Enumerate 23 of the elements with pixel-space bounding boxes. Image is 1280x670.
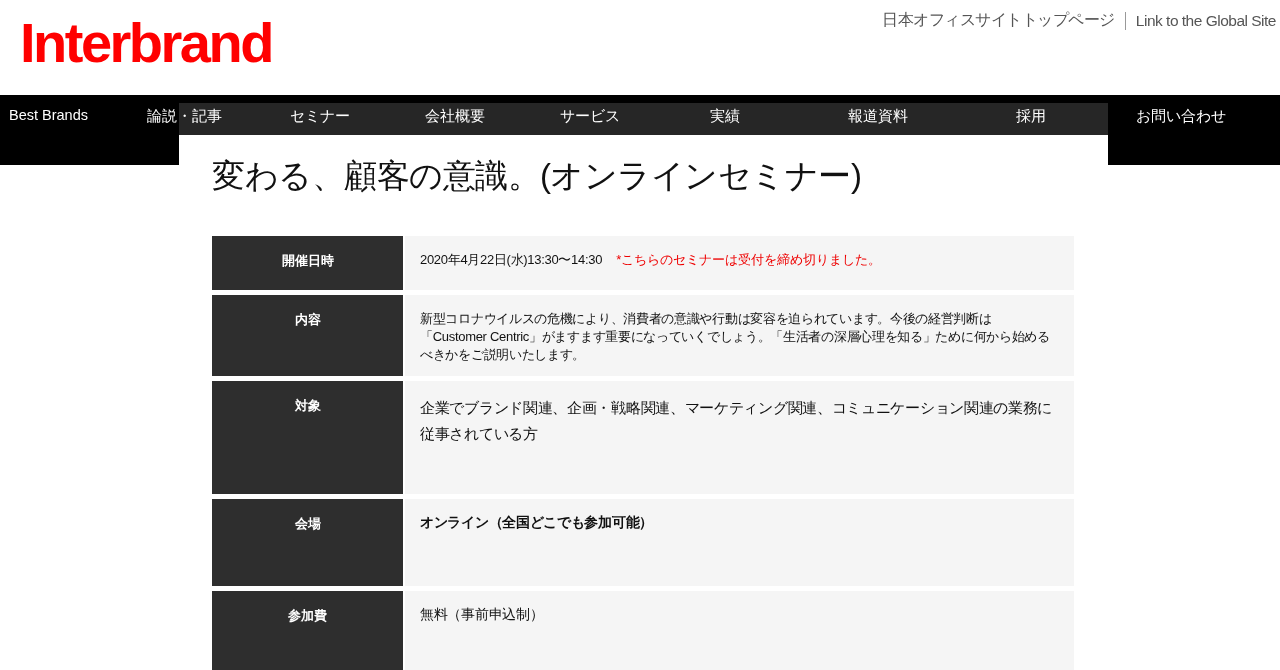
nav-link[interactable]: 報道資料 bbox=[848, 107, 908, 126]
row-value: 2020年4月22日(水)13:30〜14:30 *こちらのセミナーは受付を締め切りました。 bbox=[405, 236, 1074, 290]
row-label: 内容 bbox=[212, 295, 403, 376]
row-label: 開催日時 bbox=[212, 236, 403, 290]
row-label: 参加費 bbox=[212, 591, 403, 670]
nav-link[interactable]: セミナー bbox=[290, 107, 350, 126]
row-value: 企業でブランド関連、企画・戦略関連、マーケティング関連、コミュニケーション関連の業務に従事されている方 bbox=[405, 381, 1074, 494]
page-title: 変わる、顧客の意識。(オンラインセミナー) bbox=[212, 159, 863, 192]
nav-link[interactable]: Best Brands bbox=[9, 107, 88, 123]
top-link[interactable]: 日本オフィスサイトトップページ bbox=[882, 10, 1115, 31]
row-value: 無料（事前申込制） bbox=[405, 591, 1074, 670]
top-link[interactable]: Link to the Global Site bbox=[1135, 11, 1276, 30]
row-value: オンライン（全国どこでも参加可能） bbox=[405, 499, 1074, 586]
nav-link[interactable]: 採用 bbox=[1016, 107, 1046, 126]
logo[interactable]: Interbrand bbox=[20, 12, 272, 74]
nav-link[interactable]: 論説・記事 bbox=[147, 107, 222, 126]
nav-link[interactable]: 会社概要 bbox=[425, 107, 485, 126]
nav-link[interactable]: サービス bbox=[560, 107, 620, 126]
row-label: 対象 bbox=[212, 381, 403, 494]
nav-link[interactable]: お問い合わせ bbox=[1136, 107, 1226, 126]
nav-link[interactable]: 実績 bbox=[710, 107, 740, 126]
row-label: 会場 bbox=[212, 499, 403, 586]
row-value: 新型コロナウイルスの危機により、消費者の意識や行動は変容を迫られています。今後の経営判断は「Customer Centric」がますます重要になっていくでしょう。「生活者の深層心理を知る」ために何から始めるべきかをご説明いたします。 bbox=[405, 295, 1074, 376]
